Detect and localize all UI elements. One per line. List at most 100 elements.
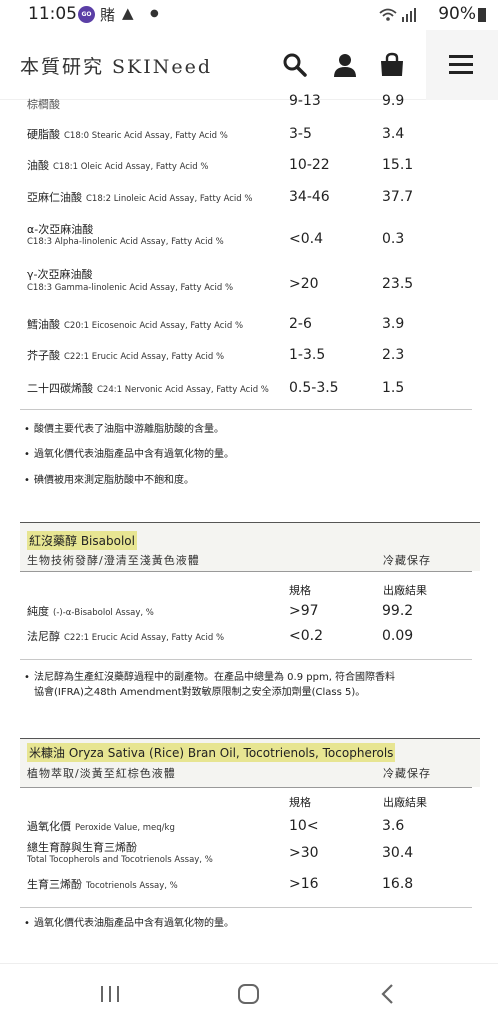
row-label-en: Peroxide Value, meq/kg [75, 823, 175, 833]
col-spec-header: 規格 [289, 796, 311, 809]
row-result: 0.09 [382, 628, 414, 644]
row-label-cn-text: 鱈油酸 [27, 318, 60, 331]
row-label-cn-text: 二十四碳烯酸 [27, 382, 93, 395]
divider [20, 409, 472, 410]
row-label-en: C22:1 Erucic Acid Assay, Fatty Acid % [64, 633, 225, 643]
row-result: 30.4 [382, 845, 414, 861]
menu-line [449, 71, 473, 74]
row-label-cn: 二十四碳烯酸 C24:1 Nervonic Acid Assay, Fatty A… [27, 380, 269, 396]
row-spec: 34-46 [289, 189, 330, 205]
hamburger-menu-icon [449, 55, 473, 58]
col-result-header: 出廠結果 [383, 584, 427, 597]
col-result-header: 出廠結果 [383, 796, 427, 809]
row-label-en: C22:1 Erucic Acid Assay, Fatty Acid % [64, 352, 225, 362]
rice-storage: 冷藏保存 [383, 767, 431, 780]
row-result: 37.7 [382, 189, 414, 205]
row-label-cn-text: 過氧化價 [27, 820, 71, 833]
row-label-en: C24:1 Nervonic Acid Assay, Fatty Acid % [97, 385, 269, 395]
row-spec: 10< [289, 818, 319, 834]
bisabolol-subtitle: 生物技術發酵/澄清至淺黃色液體 [27, 554, 200, 567]
bisabolol-storage: 冷藏保存 [383, 554, 431, 567]
status-bar: 11:05 GO 賭 ▲ ● 90% [0, 0, 498, 30]
row-spec: 3-5 [289, 126, 312, 142]
row-result: 3.9 [382, 316, 405, 332]
row-label-cn: 芥子酸 C22:1 Erucic Acid Assay, Fatty Acid % [27, 347, 224, 363]
row-result: 15.1 [382, 157, 414, 173]
row-result: 9.9 [382, 93, 405, 109]
fatty-note: 酸價主要代表了油脂中游離脂肪酸的含量。 [24, 422, 434, 437]
site-header: 本質研究 SKINeed [0, 30, 498, 100]
row-result: 23.5 [382, 276, 414, 292]
status-time: 11:05 [28, 4, 77, 24]
rice-subtitle: 植物萃取/淡黃至紅棕色液體 [27, 767, 176, 780]
row-label-cn: α-次亞麻油酸 [27, 223, 94, 236]
user-icon[interactable] [332, 52, 358, 78]
divider [20, 659, 472, 660]
row-label-cn-text: 硬脂酸 [27, 128, 60, 141]
search-icon[interactable] [282, 52, 308, 78]
warning-icon: ▲ [122, 4, 134, 22]
divider [20, 571, 472, 572]
row-label-en: (-)-α-Bisabolol Assay, % [53, 608, 154, 618]
row-label-en: Total Tocopherols and Tocotrienols Assay… [27, 855, 213, 865]
battery-icon [478, 8, 486, 22]
home-icon[interactable] [236, 982, 262, 1006]
bisabolol-title: 紅沒藥醇 Bisabolol [27, 531, 137, 550]
row-label-cn: γ-次亞麻油酸 [27, 268, 93, 281]
rice-note: 過氧化價代表油脂產品中含有過氧化物的量。 [24, 916, 434, 931]
row-label-en: C20:1 Eicosenoic Acid Assay, Fatty Acid … [64, 321, 244, 331]
row-label-cn-text: 亞麻仁油酸 [27, 191, 82, 204]
row-result: 99.2 [382, 603, 414, 619]
row-label-cn: 油酸 C18:1 Oleic Acid Assay, Fatty Acid % [27, 157, 208, 173]
site-logo[interactable]: 本質研究 SKINeed [20, 52, 212, 79]
row-label-cn: 過氧化價 Peroxide Value, meq/kg [27, 818, 175, 834]
fatty-note: 碘價被用來測定脂肪酸中不飽和度。 [24, 473, 434, 488]
recent-apps-icon[interactable] [98, 984, 122, 1004]
dot-icon: ● [150, 8, 159, 19]
row-result: 2.3 [382, 347, 405, 363]
row-spec: >30 [289, 845, 319, 861]
system-nav-bar [0, 963, 498, 1023]
row-spec: >20 [289, 276, 319, 292]
notification-icon: 賭 [100, 6, 116, 24]
row-label-cn: 法尼醇 C22:1 Erucic Acid Assay, Fatty Acid % [27, 628, 224, 644]
row-label-cn-text: 油酸 [27, 159, 49, 172]
row-label-cn-text: 生育三烯酚 [27, 878, 82, 891]
divider [20, 907, 472, 908]
row-spec: 10-22 [289, 157, 330, 173]
row-spec: >97 [289, 603, 319, 619]
row-label-en: C18:3 Gamma-linolenic Acid Assay, Fatty … [27, 283, 234, 293]
row-label-cn: 棕櫚酸 [27, 98, 60, 111]
col-spec-header: 規格 [289, 584, 311, 597]
divider [20, 787, 472, 788]
menu-line [449, 63, 473, 66]
row-label-en: C18:2 Linoleic Acid Assay, Fatty Acid % [86, 194, 253, 204]
row-label-cn: 生育三烯酚 Tocotrienols Assay, % [27, 876, 178, 892]
fatty-note: 過氧化價代表油脂產品中含有過氧化物的量。 [24, 447, 434, 462]
row-spec: 1-3.5 [289, 347, 326, 363]
row-result: 3.6 [382, 818, 405, 834]
row-spec: >16 [289, 876, 319, 892]
row-result: 0.3 [382, 231, 405, 247]
back-icon[interactable] [378, 982, 398, 1006]
shopping-bag-icon[interactable] [379, 52, 405, 78]
row-label-en: Tocotrienols Assay, % [86, 881, 178, 891]
row-result: 16.8 [382, 876, 414, 892]
row-label-en: C18:0 Stearic Acid Assay, Fatty Acid % [64, 131, 228, 141]
app-badge-icon: GO [78, 6, 95, 23]
wifi-signal-icon [379, 8, 416, 22]
row-result: 3.4 [382, 126, 405, 142]
row-label-cn: 總生育醇與生育三烯酚 [27, 841, 137, 854]
bisabolol-note: 法尼醇為生產紅沒藥醇過程中的副產物。在產品中總量為 0.9 ppm, 符合國際香… [24, 670, 404, 700]
row-spec: 0.5-3.5 [289, 380, 339, 396]
row-label-cn: 硬脂酸 C18:0 Stearic Acid Assay, Fatty Acid … [27, 126, 228, 142]
row-label-cn: 鱈油酸 C20:1 Eicosenoic Acid Assay, Fatty Ac… [27, 316, 243, 332]
row-spec: <0.2 [289, 628, 323, 644]
menu-button[interactable] [426, 30, 498, 100]
row-label-en: C18:1 Oleic Acid Assay, Fatty Acid % [53, 162, 209, 172]
row-spec: <0.4 [289, 231, 323, 247]
battery-level: 90% [438, 4, 476, 24]
row-label-cn-text: 芥子酸 [27, 349, 60, 362]
row-result: 1.5 [382, 380, 405, 396]
row-label-cn: 純度 (-)-α-Bisabolol Assay, % [27, 603, 154, 619]
